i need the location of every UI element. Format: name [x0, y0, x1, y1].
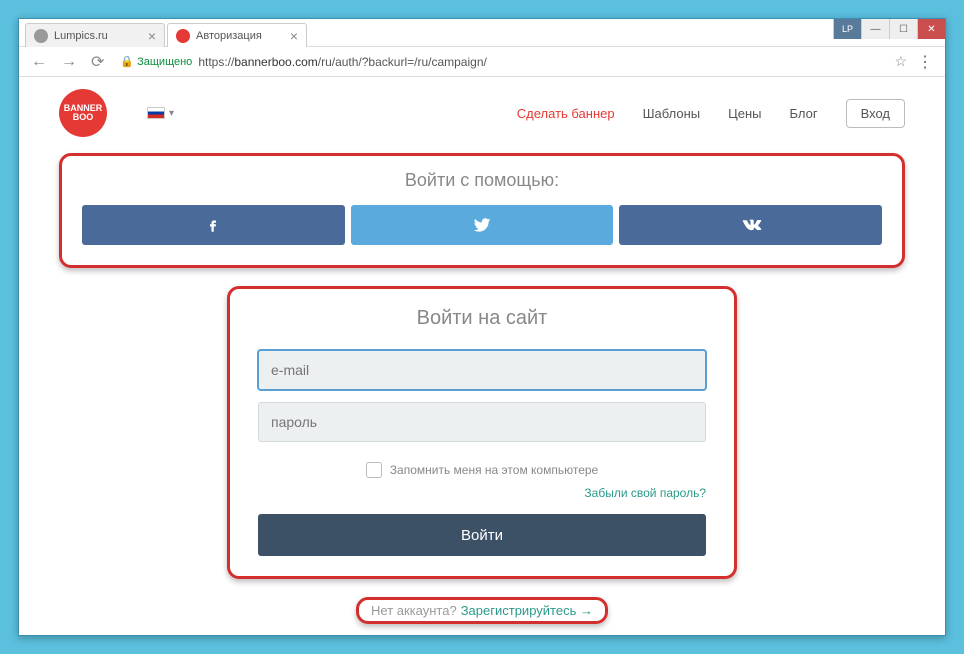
social-row — [82, 205, 882, 245]
reload-icon[interactable]: ⟳ — [87, 52, 108, 72]
password-field[interactable] — [258, 402, 706, 442]
register-question: Нет аккаунта? — [371, 603, 457, 618]
forgot-password-link[interactable]: Забыли свой пароль? — [258, 486, 706, 500]
forward-icon[interactable]: → — [57, 53, 81, 71]
logo[interactable]: BANNER BOO — [59, 89, 107, 137]
favicon-icon — [34, 29, 48, 43]
window-controls: LP — ☐ ✕ — [833, 19, 945, 39]
vk-icon — [740, 214, 762, 236]
main-nav: Сделать баннер Шаблоны Цены Блог Вход — [517, 99, 905, 128]
flag-icon — [147, 107, 165, 119]
facebook-login-button[interactable] — [82, 205, 345, 245]
maximize-button[interactable]: ☐ — [889, 19, 917, 39]
submit-login-button[interactable]: Войти — [258, 514, 706, 556]
url-text: https://bannerboo.com/ru/auth/?backurl=/… — [198, 55, 487, 69]
close-button[interactable]: ✕ — [917, 19, 945, 39]
remember-checkbox[interactable] — [366, 462, 382, 478]
social-login-block: Войти с помощью: — [59, 153, 905, 268]
chevron-down-icon: ▾ — [169, 108, 174, 119]
url-input[interactable]: 🔒 Защищено https://bannerboo.com/ru/auth… — [114, 55, 888, 69]
login-title: Войти на сайт — [258, 307, 706, 330]
register-link[interactable]: Зарегистрируйтесь → — [461, 603, 593, 618]
language-selector[interactable]: ▾ — [147, 107, 174, 119]
nav-make-banner[interactable]: Сделать баннер — [517, 106, 615, 121]
nav-pricing[interactable]: Цены — [728, 106, 761, 121]
close-icon[interactable]: × — [290, 28, 298, 44]
nav-templates[interactable]: Шаблоны — [643, 106, 701, 121]
facebook-icon — [204, 216, 222, 234]
tab-title: Lumpics.ru — [54, 30, 108, 42]
tab-auth[interactable]: Авторизация × — [167, 23, 307, 47]
browser-window: Lumpics.ru × Авторизация × LP — ☐ ✕ ← → … — [18, 18, 946, 636]
remember-label: Запомнить меня на этом компьютере — [390, 463, 598, 477]
twitter-icon — [472, 215, 492, 235]
social-login-title: Войти с помощью: — [82, 170, 882, 191]
close-icon[interactable]: × — [148, 28, 156, 44]
secure-label: Защищено — [137, 56, 192, 68]
menu-icon[interactable]: ⋮ — [913, 52, 937, 72]
address-bar: ← → ⟳ 🔒 Защищено https://bannerboo.com/r… — [19, 47, 945, 77]
favicon-icon — [176, 29, 190, 43]
tab-lumpics[interactable]: Lumpics.ru × — [25, 23, 165, 47]
email-field[interactable] — [258, 350, 706, 390]
user-badge[interactable]: LP — [833, 19, 861, 39]
register-block: Нет аккаунта? Зарегистрируйтесь → — [356, 597, 608, 624]
titlebar: Lumpics.ru × Авторизация × LP — ☐ ✕ — [19, 19, 945, 47]
login-button[interactable]: Вход — [846, 99, 905, 128]
login-form-block: Войти на сайт Запомнить меня на этом ком… — [227, 286, 737, 579]
back-icon[interactable]: ← — [27, 53, 51, 71]
nav-blog[interactable]: Блог — [789, 106, 817, 121]
tabs-row: Lumpics.ru × Авторизация × — [19, 19, 309, 47]
register-row: Нет аккаунта? Зарегистрируйтесь → — [19, 589, 945, 624]
vk-login-button[interactable] — [619, 205, 882, 245]
page-content: BANNER BOO ▾ Сделать баннер Шаблоны Цены… — [19, 77, 945, 635]
site-header: BANNER BOO ▾ Сделать баннер Шаблоны Цены… — [19, 77, 945, 149]
remember-row: Запомнить меня на этом компьютере — [258, 462, 706, 478]
tab-title: Авторизация — [196, 30, 262, 42]
secure-badge: 🔒 Защищено — [120, 55, 192, 68]
minimize-button[interactable]: — — [861, 19, 889, 39]
twitter-login-button[interactable] — [351, 205, 614, 245]
lock-icon: 🔒 — [120, 55, 134, 68]
bookmark-icon[interactable]: ☆ — [894, 53, 907, 70]
